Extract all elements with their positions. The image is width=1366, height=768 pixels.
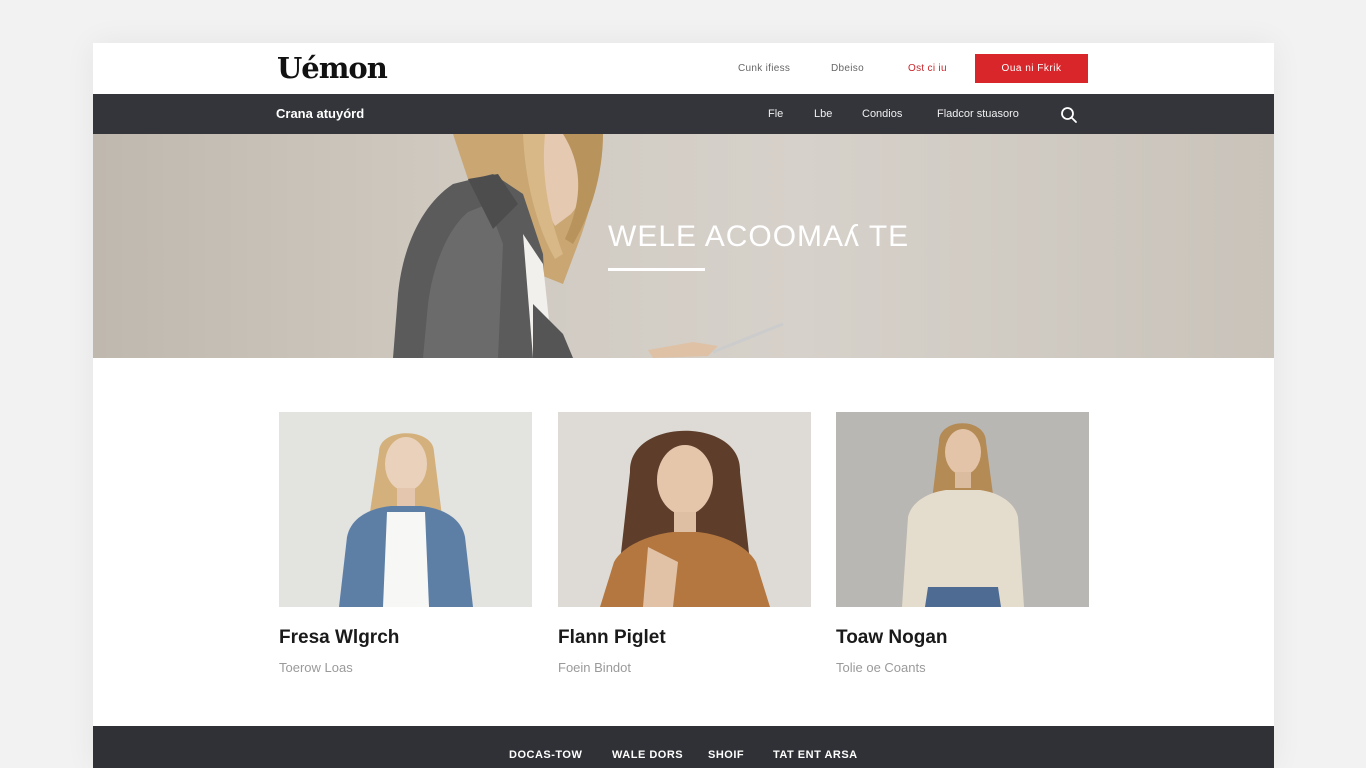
nav-link-3[interactable]: Condios <box>862 108 902 120</box>
footer-link-4[interactable]: TAT ENT ARSA <box>773 749 858 761</box>
product-subtitle-2: Foein Bindot <box>558 660 631 675</box>
top-link-2[interactable]: Dbeiso <box>831 63 864 74</box>
product-image-3[interactable] <box>836 412 1089 607</box>
page-frame: Uémon Cunk ifiess Dbeiso Ost ci iu Oua n… <box>93 43 1274 768</box>
hero-title: WELE ACOOMAʎ TE <box>608 220 910 253</box>
nav-link-4[interactable]: Fladcor stuasoro <box>937 108 1019 120</box>
nav-link-1[interactable]: Fle <box>768 108 783 120</box>
hero-underline <box>608 268 705 271</box>
product-image-2[interactable] <box>558 412 811 607</box>
top-header: Uémon Cunk ifiess Dbeiso Ost ci iu Oua n… <box>93 43 1274 94</box>
hero-banner: WELE ACOOMAʎ TE <box>93 134 1274 358</box>
nav-link-2[interactable]: Lbe <box>814 108 832 120</box>
nav-bar: Crana atuyórd Fle Lbe Condios Fladcor st… <box>93 94 1274 134</box>
top-link-1[interactable]: Cunk ifiess <box>738 63 790 74</box>
product-subtitle-1: Toerow Loas <box>279 660 353 675</box>
product-card-2[interactable]: Flann Piglet Foein Bindot <box>558 412 811 675</box>
footer-link-1[interactable]: DOCAS-TOW <box>509 749 582 761</box>
product-card-3[interactable]: Toaw Nogan Tolie oe Coants <box>836 412 1089 675</box>
product-name-1[interactable]: Fresa Wlgrch <box>279 627 399 649</box>
product-card-1[interactable]: Fresa Wlgrch Toerow Loas <box>279 412 532 675</box>
top-link-3[interactable]: Ost ci iu <box>908 63 947 74</box>
footer-bar: DOCAS-TOW WALE DORS SHOIF TAT ENT ARSA <box>93 726 1274 768</box>
product-name-3[interactable]: Toaw Nogan <box>836 627 948 649</box>
cta-button[interactable]: Oua ni Fkrik <box>975 54 1088 83</box>
footer-link-2[interactable]: WALE DORS <box>612 749 683 761</box>
product-image-1[interactable] <box>279 412 532 607</box>
nav-brand[interactable]: Crana atuyórd <box>276 106 364 121</box>
footer-link-3[interactable]: SHOIF <box>708 749 744 761</box>
product-subtitle-3: Tolie oe Coants <box>836 660 926 675</box>
site-logo[interactable]: Uémon <box>277 51 388 85</box>
search-icon[interactable] <box>1060 106 1078 124</box>
product-name-2[interactable]: Flann Piglet <box>558 627 666 649</box>
